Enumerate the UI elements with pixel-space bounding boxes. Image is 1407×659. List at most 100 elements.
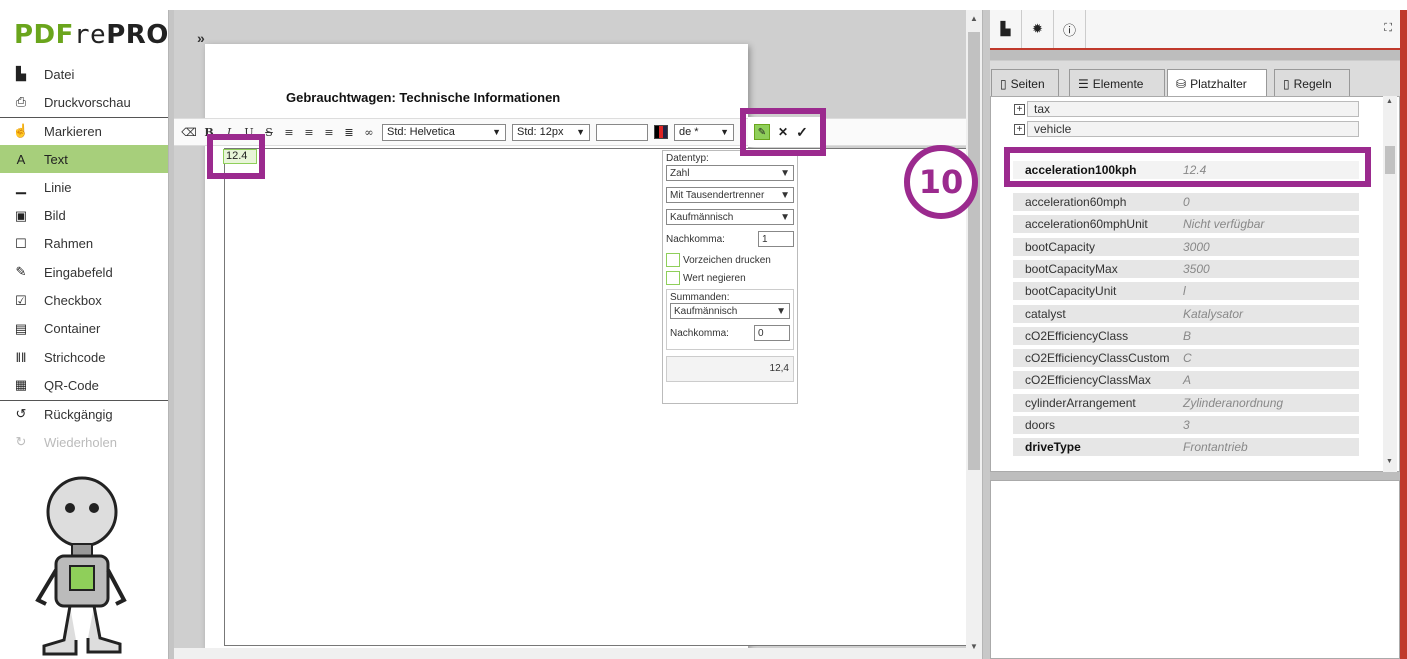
menu-item-strichcode[interactable]: ‖‖ Strichcode [0,343,168,371]
scroll-thumb[interactable] [1385,146,1395,174]
logo-part-re: re [73,20,107,50]
right-splitter-handle[interactable] [982,10,990,659]
thousands-value: Mit Tausendertrenner [670,189,765,201]
line-height-input[interactable] [596,123,648,141]
menu-item-qr-code[interactable]: ▦ QR-Code [0,371,168,399]
menu-item-bild[interactable]: ▣ Bild [0,201,168,229]
rules-icon: ▯ [1283,76,1290,91]
chevron-down-icon: ▼ [780,167,790,179]
format-preview: 12,4 [666,356,794,382]
font-size-select[interactable]: Std: 12px ▼ [512,123,590,141]
tree-node[interactable]: + vehicle [1014,121,1359,137]
color-picker-icon[interactable] [654,125,668,139]
placeholder-row[interactable]: catalyst Katalysator [1013,304,1359,325]
eraser-icon[interactable]: ⌫ [181,124,197,140]
scroll-down-icon[interactable]: ▼ [1386,458,1393,465]
text-format-toolbar: ⌫ B I U S ≡ ≡ ≡ ≣ ∞ Std: Helvetica ▼ Std:… [174,118,982,146]
menu-item-linie[interactable]: ▁ Linie [0,173,168,201]
placeholder-row[interactable]: cO2EfficiencyClassMax A [1013,371,1359,392]
locale-select[interactable]: de * ▼ [674,123,734,141]
font-family-select[interactable]: Std: Helvetica ▼ [382,123,506,141]
highlight-value-field [207,134,265,179]
menu-item-label: Linie [44,179,72,195]
placeholder-row[interactable]: doors 3 [1013,416,1359,436]
menu-item-markieren[interactable]: ☝ Markieren [0,116,168,145]
align-left-icon[interactable]: ≡ [282,124,296,140]
checkbox-icon: ☑ [15,292,27,308]
placeholder-value: C [1183,351,1192,366]
rounding-select[interactable]: Kaufmännisch ▼ [666,209,794,225]
placeholder-row[interactable]: cO2EfficiencyClassCustom C [1013,349,1359,370]
editor-horizontal-scrollbar[interactable] [174,648,966,659]
tree-node[interactable]: + tax [1014,101,1359,117]
scroll-down-icon[interactable]: ▼ [970,642,978,651]
print-sign-checkbox-row[interactable]: Vorzeichen drucken [666,253,794,267]
font-size-value: Std: 12px [517,126,564,138]
placeholder-key: cO2EfficiencyClassCustom [1025,351,1170,366]
placeholder-row[interactable]: cylinderArrangement Zylinderanordnung [1013,393,1359,414]
align-center-icon[interactable]: ≡ [302,124,316,140]
editor-vertical-scrollbar[interactable]: ▲ ▼ [966,10,982,659]
justify-icon[interactable]: ≣ [342,124,356,140]
menu-item-wiederholen[interactable]: ↻ Wiederholen [0,428,168,456]
text-element-editor[interactable] [224,148,981,646]
scroll-up-icon[interactable]: ▲ [970,14,978,23]
datatype-select[interactable]: Zahl ▼ [666,165,794,181]
menu-item-label: Rahmen [44,236,94,252]
collapse-sidebar-icon[interactable]: » [197,30,205,46]
menu-item-r-ckg-ngig[interactable]: ↺ Rückgängig [0,399,168,428]
menu-item-container[interactable]: ▤ Container [0,315,168,343]
menu-item-rahmen[interactable]: ☐ Rahmen [0,230,168,258]
placeholder-value: 0 [1183,195,1190,209]
tab-platzhalter[interactable]: ⛁ Platzhalter [1167,69,1267,97]
placeholder-row[interactable]: bootCapacityMax 3500 [1013,259,1359,280]
menu-item-checkbox[interactable]: ☑ Checkbox [0,286,168,314]
placeholder-row[interactable]: bootCapacityUnit l [1013,282,1359,303]
logo-part-pdf: PDF [14,20,74,50]
placeholder-row[interactable]: cO2EfficiencyClass B [1013,326,1359,347]
negate-checkbox-row[interactable]: Wert negieren [666,271,794,285]
decimals-input[interactable]: 1 [758,231,794,247]
scroll-up-icon[interactable]: ▲ [1386,98,1393,105]
print-sign-checkbox[interactable] [666,253,680,267]
thousands-separator-select[interactable]: Mit Tausendertrenner ▼ [666,187,794,203]
placeholder-row[interactable]: acceleration60mphUnit Nicht verfügbar [1013,215,1359,236]
placeholder-scrollbar[interactable]: ▲ ▼ [1383,96,1397,472]
menu-item-druckvorschau[interactable]: ⎙ Druckvorschau [0,88,168,116]
document-icon[interactable]: ▙ [990,10,1022,48]
gear-icon[interactable]: ✹ [1022,10,1054,48]
tab-elemente[interactable]: ☰ Elemente [1069,69,1165,97]
placeholder-row[interactable]: bootCapacity 3000 [1013,237,1359,258]
menu-item-text[interactable]: A Text [0,144,168,174]
expand-icon[interactable]: + [1014,123,1025,135]
page-icon: ▯ [1000,76,1007,91]
expand-icon[interactable]: + [1014,103,1025,115]
container-icon: ▤ [14,320,28,336]
left-splitter-handle[interactable] [168,10,174,659]
tab-seiten[interactable]: ▯ Seiten [991,69,1059,97]
menu-item-eingabefeld[interactable]: ✎ Eingabefeld [0,258,168,286]
tab-regeln[interactable]: ▯ Regeln [1274,69,1350,97]
scroll-thumb[interactable] [968,32,980,470]
align-right-icon[interactable]: ≡ [322,124,336,140]
menu-item-label: Checkbox [44,293,102,309]
image-icon: ▣ [14,207,28,223]
chevron-down-icon: ▼ [576,127,585,137]
font-family-value: Std: Helvetica [387,126,455,138]
highlight-confirm-buttons [740,108,826,156]
summands-rounding-select[interactable]: Kaufmännisch ▼ [670,303,790,319]
menu-item-label: Markieren [44,123,102,139]
line-icon: ▁ [16,179,26,195]
negate-checkbox[interactable] [666,271,680,285]
menu-item-datei[interactable]: ▙ Datei [0,60,168,88]
link-icon[interactable]: ∞ [362,124,376,140]
placeholder-row[interactable]: driveType Frontantrieb [1013,438,1359,459]
placeholder-row[interactable]: acceleration60mph 0 [1013,193,1359,213]
info-icon[interactable]: ⓘ [1054,10,1086,48]
summands-decimals-input[interactable]: 0 [754,325,790,341]
datatype-value: Zahl [670,167,690,179]
fullscreen-icon[interactable]: ⛶ [1384,22,1392,35]
menu-item-label: Eingabefeld [44,264,113,280]
printer-icon: ⎙ [15,94,27,110]
tab-label: Seiten [1010,76,1045,91]
